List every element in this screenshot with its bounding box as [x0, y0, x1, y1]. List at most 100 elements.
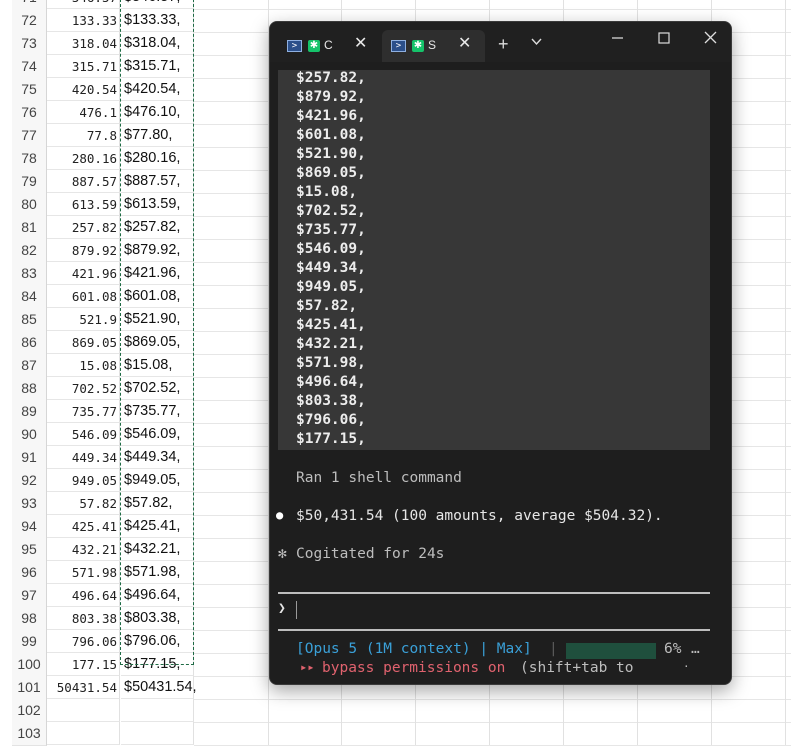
cell-empty[interactable] [194, 9, 269, 33]
cell-formatted[interactable]: $77.80, [121, 124, 194, 147]
cell-amount[interactable]: 869.05 [47, 331, 120, 354]
cell-empty[interactable] [194, 354, 269, 378]
row-header[interactable]: 97 [12, 584, 47, 608]
cell-formatted[interactable]: $57.82, [121, 492, 194, 515]
cell-empty[interactable] [268, 722, 791, 746]
cell-formatted[interactable] [121, 699, 194, 722]
row-header[interactable]: 89 [12, 400, 47, 424]
cell-empty[interactable] [194, 170, 269, 194]
cell-formatted[interactable]: $476.10, [121, 101, 194, 124]
cell-formatted[interactable]: $420.54, [121, 78, 194, 101]
cell-formatted[interactable]: $421.96, [121, 262, 194, 285]
cell-formatted[interactable]: $257.82, [121, 216, 194, 239]
cell-amount[interactable]: 257.82 [47, 216, 120, 239]
cell-empty[interactable] [268, 699, 791, 723]
cell-amount[interactable]: 879.92 [47, 239, 120, 262]
cell-amount[interactable]: 449.34 [47, 446, 120, 469]
cell-formatted[interactable]: $546.57, [121, 0, 194, 9]
cell-empty[interactable] [194, 423, 269, 447]
cell-amount[interactable]: 546.57 [47, 0, 120, 9]
row-header[interactable]: 74 [12, 55, 47, 79]
row-header[interactable]: 79 [12, 170, 47, 194]
cell-formatted[interactable]: $496.64, [121, 584, 194, 607]
cell-empty[interactable] [194, 239, 269, 263]
cell-empty[interactable] [194, 331, 269, 355]
close-window-button[interactable] [704, 31, 717, 50]
terminal-window[interactable]: > ✱ C ✕ > ✱ S ✕ + $257.82, $879.92, $421.9… [269, 21, 732, 685]
row-header[interactable]: 76 [12, 101, 47, 125]
row-header[interactable]: 78 [12, 147, 47, 171]
cell-formatted[interactable]: $133.33, [121, 9, 194, 32]
cell-amount[interactable]: 613.59 [47, 193, 120, 216]
cell-amount[interactable]: 280.16 [47, 147, 120, 170]
cell-formatted[interactable]: $601.08, [121, 285, 194, 308]
row-header[interactable]: 87 [12, 354, 47, 378]
row-header[interactable]: 101 [12, 676, 47, 700]
cell-amount[interactable]: 735.77 [47, 400, 120, 423]
cell-amount[interactable]: 476.1 [47, 101, 120, 124]
cell-formatted[interactable]: $702.52, [121, 377, 194, 400]
row-header[interactable]: 99 [12, 630, 47, 654]
row-header[interactable]: 94 [12, 515, 47, 539]
cell-empty[interactable] [194, 55, 269, 79]
scrollbar[interactable] [711, 70, 714, 450]
cell-formatted[interactable]: $15.08, [121, 354, 194, 377]
cell-amount[interactable]: 546.09 [47, 423, 120, 446]
cell-amount[interactable]: 15.08 [47, 354, 120, 377]
row-header[interactable]: 98 [12, 607, 47, 631]
cell-amount[interactable]: 571.98 [47, 561, 120, 584]
row-header[interactable]: 82 [12, 239, 47, 263]
cell-formatted[interactable]: $613.59, [121, 193, 194, 216]
cell-amount[interactable] [47, 722, 120, 745]
cell-empty[interactable] [194, 377, 269, 401]
cell-amount[interactable]: 315.71 [47, 55, 120, 78]
row-header[interactable]: 102 [12, 699, 47, 723]
cell-empty[interactable] [194, 124, 269, 148]
terminal-tab-2-active[interactable]: > ✱ S ✕ [382, 30, 485, 62]
cell-empty[interactable] [194, 722, 269, 746]
cell-empty[interactable] [194, 492, 269, 516]
cell-formatted[interactable]: $50431.54, [121, 676, 197, 699]
cell-formatted[interactable]: $803.38, [121, 607, 194, 630]
cell-amount[interactable]: 803.38 [47, 607, 120, 630]
cell-amount[interactable]: 702.52 [47, 377, 120, 400]
cell-empty[interactable] [194, 584, 269, 608]
cell-empty[interactable] [194, 515, 269, 539]
cell-formatted[interactable]: $869.05, [121, 331, 194, 354]
row-header[interactable]: 88 [12, 377, 47, 401]
row-header[interactable]: 93 [12, 492, 47, 516]
row-header[interactable]: 77 [12, 124, 47, 148]
maximize-button[interactable] [658, 31, 670, 50]
cell-formatted[interactable]: $521.90, [121, 308, 194, 331]
cell-empty[interactable] [194, 400, 269, 424]
cell-amount[interactable]: 521.9 [47, 308, 120, 331]
cell-empty[interactable] [194, 216, 269, 240]
row-header[interactable]: 100 [12, 653, 47, 677]
new-tab-button[interactable]: + [498, 35, 509, 53]
row-header[interactable]: 92 [12, 469, 47, 493]
cell-amount[interactable]: 496.64 [47, 584, 120, 607]
prompt-input[interactable] [296, 601, 297, 619]
cell-formatted[interactable]: $280.16, [121, 147, 194, 170]
cell-formatted[interactable]: $425.41, [121, 515, 194, 538]
cell-amount[interactable]: 949.05 [47, 469, 120, 492]
close-tab-icon[interactable]: ✕ [458, 35, 471, 53]
row-header[interactable]: 95 [12, 538, 47, 562]
minimize-button[interactable] [612, 31, 624, 50]
close-tab-icon[interactable]: ✕ [354, 35, 367, 53]
cell-empty[interactable] [194, 101, 269, 125]
cell-amount[interactable]: 177.15 [47, 653, 120, 676]
cell-amount[interactable]: 796.06 [47, 630, 120, 653]
cell-formatted[interactable]: $318.04, [121, 32, 194, 55]
cell-empty[interactable] [194, 630, 269, 654]
cell-empty[interactable] [194, 193, 269, 217]
cell-amount[interactable]: 601.08 [47, 285, 120, 308]
cell-formatted[interactable]: $887.57, [121, 170, 194, 193]
cell-formatted[interactable]: $546.09, [121, 423, 194, 446]
cell-empty[interactable] [194, 285, 269, 309]
cell-formatted[interactable]: $735.77, [121, 400, 194, 423]
row-header[interactable]: 85 [12, 308, 47, 332]
cell-formatted[interactable]: $796.06, [121, 630, 194, 653]
row-header[interactable]: 73 [12, 32, 47, 56]
cell-empty[interactable] [194, 32, 269, 56]
